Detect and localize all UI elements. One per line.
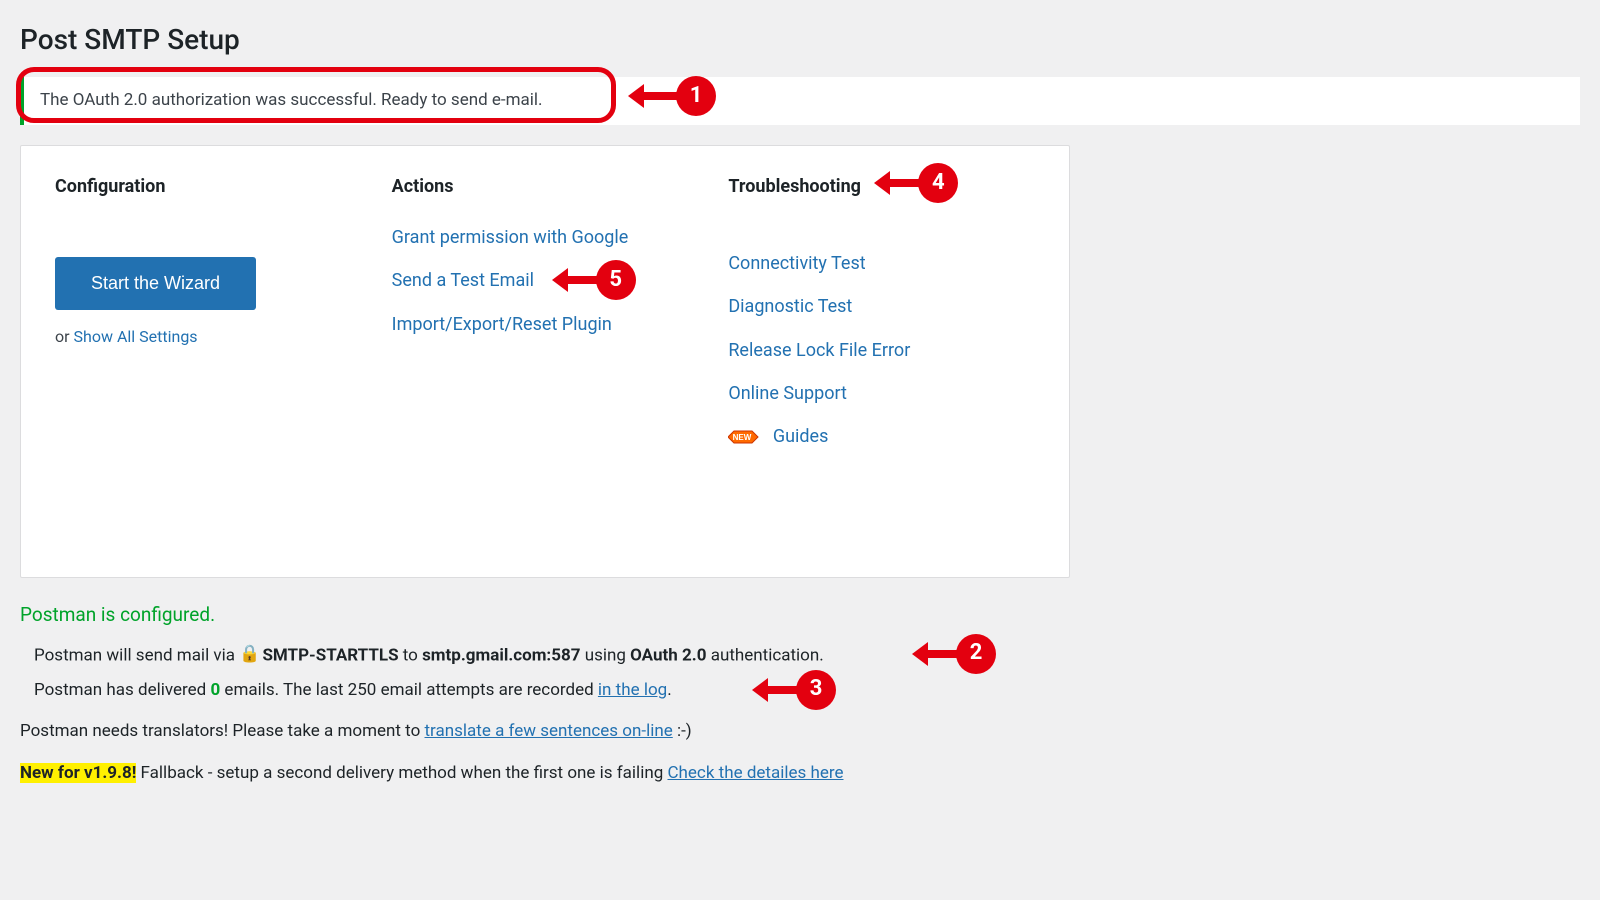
callout-arrow-4 xyxy=(886,179,920,187)
release-lock-file-link[interactable]: Release Lock File Error xyxy=(728,340,910,361)
translators-post: :-) xyxy=(673,721,692,741)
troubleshooting-column: Troubleshooting 4 Connectivity Test Diag… xyxy=(728,174,1035,467)
new-badge-icon: NEW xyxy=(728,428,762,446)
in-the-log-link[interactable]: in the log xyxy=(598,680,667,700)
or-text: or xyxy=(55,327,74,346)
newfor-line: New for v1.9.8! Fallback - setup a secon… xyxy=(20,762,1580,786)
status2-mid: emails. The last 250 email attempts are … xyxy=(220,680,598,700)
status-block: Postman is configured. Postman will send… xyxy=(20,602,1580,702)
callout-badge-1: 1 xyxy=(676,76,716,116)
svg-text:NEW: NEW xyxy=(733,433,752,442)
actions-heading: Actions xyxy=(392,174,699,199)
status1-post: authentication. xyxy=(706,645,823,665)
notice-container: The OAuth 2.0 authorization was successf… xyxy=(20,77,1580,125)
status-title: Postman is configured. xyxy=(20,602,1580,629)
status2-zero: 0 xyxy=(210,680,220,700)
status1-b3: OAuth 2.0 xyxy=(630,645,706,665)
callout-badge-5: 5 xyxy=(596,260,636,300)
show-all-settings-link[interactable]: Show All Settings xyxy=(74,327,198,346)
status1-pre: Postman will send mail via xyxy=(34,645,239,665)
guides-link[interactable]: Guides xyxy=(773,426,829,447)
import-export-reset-link[interactable]: Import/Export/Reset Plugin xyxy=(392,314,612,335)
page-title: Post SMTP Setup xyxy=(20,20,1580,59)
notice-text: The OAuth 2.0 authorization was successf… xyxy=(40,90,543,110)
status1-mid1: to xyxy=(399,645,423,665)
check-details-link[interactable]: Check the detailes here xyxy=(667,763,843,783)
status-line-2: Postman has delivered 0 emails. The last… xyxy=(34,679,1580,703)
actions-column: Actions Grant permission with Google Sen… xyxy=(392,174,699,467)
callout-arrow-1 xyxy=(640,92,678,100)
connectivity-test-link[interactable]: Connectivity Test xyxy=(728,253,865,274)
start-wizard-button[interactable]: Start the Wizard xyxy=(55,257,256,310)
newfor-mid: Fallback - setup a second delivery metho… xyxy=(136,763,667,783)
status1-b2: smtp.gmail.com:587 xyxy=(422,645,580,665)
lock-icon: 🔒 xyxy=(239,643,260,667)
callout-badge-2: 2 xyxy=(956,634,996,674)
translate-link[interactable]: translate a few sentences on-line xyxy=(425,721,673,741)
translators-line: Postman needs translators! Please take a… xyxy=(20,720,1580,744)
configuration-column: Configuration Start the Wizard or Show A… xyxy=(55,174,362,467)
callout-arrow-2 xyxy=(924,650,958,658)
callout-badge-4: 4 xyxy=(918,163,958,203)
status-line-1: Postman will send mail via 🔒SMTP-STARTTL… xyxy=(34,643,1580,669)
newfor-highlight: New for v1.9.8! xyxy=(20,763,136,783)
translators-pre: Postman needs translators! Please take a… xyxy=(20,721,425,741)
status2-pre: Postman has delivered xyxy=(34,680,210,700)
online-support-link[interactable]: Online Support xyxy=(728,383,847,404)
troubleshooting-heading: Troubleshooting xyxy=(728,174,861,199)
status1-mid2: using xyxy=(580,645,630,665)
oauth-success-notice: The OAuth 2.0 authorization was successf… xyxy=(20,77,1580,125)
configuration-heading: Configuration xyxy=(55,174,362,199)
callout-arrow-3 xyxy=(764,686,798,694)
status1-b1: SMTP-STARTTLS xyxy=(262,645,398,665)
or-show-all: or Show All Settings xyxy=(55,326,362,348)
status2-post: . xyxy=(667,680,671,700)
diagnostic-test-link[interactable]: Diagnostic Test xyxy=(728,296,852,317)
callout-badge-3: 3 xyxy=(796,670,836,710)
callout-arrow-5 xyxy=(564,276,598,284)
main-card: Configuration Start the Wizard or Show A… xyxy=(20,145,1070,578)
grant-permission-link[interactable]: Grant permission with Google xyxy=(392,227,629,248)
send-test-email-link[interactable]: Send a Test Email xyxy=(392,270,534,291)
